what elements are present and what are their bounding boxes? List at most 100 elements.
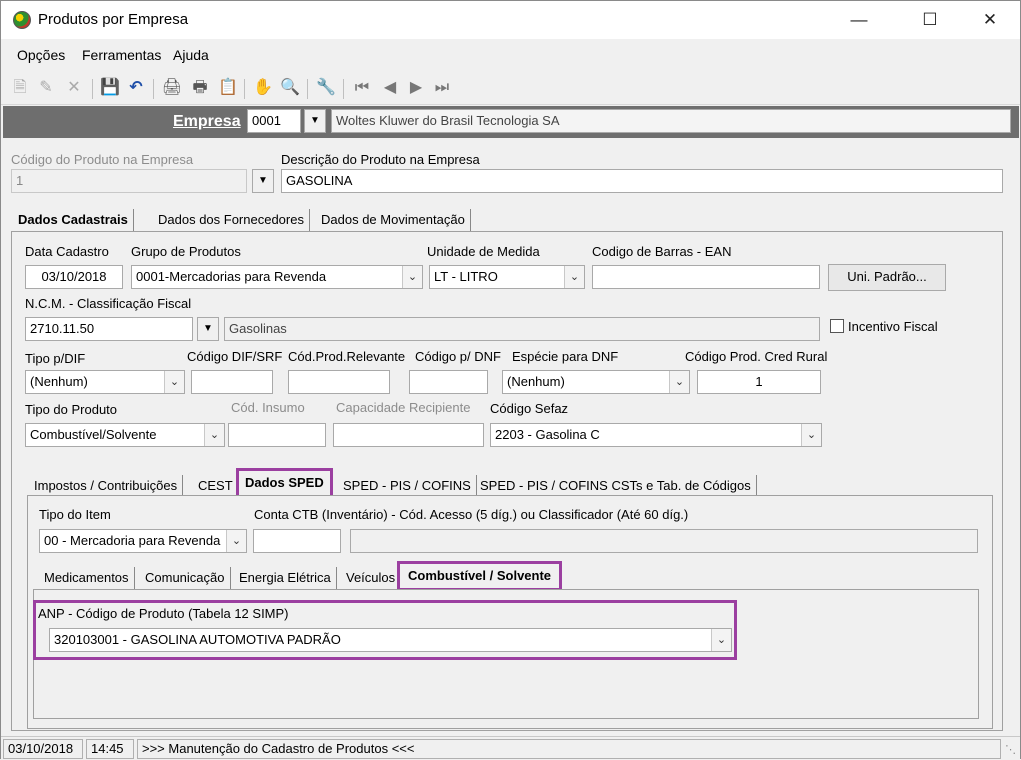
- properties-icon[interactable]: 🔧: [315, 77, 337, 99]
- minimize-icon[interactable]: —: [836, 1, 882, 39]
- chevron-down-icon[interactable]: ⌄: [164, 371, 184, 393]
- especie-dnf-value: (Nenhum): [507, 374, 565, 389]
- descricao-produto-label: Descrição do Produto na Empresa: [281, 152, 480, 167]
- tipo-produto-select[interactable]: Combustível/Solvente ⌄: [25, 423, 225, 447]
- new-icon[interactable]: 🗎: [9, 77, 31, 99]
- prev-record-icon[interactable]: ◀: [379, 77, 401, 99]
- maximize-icon[interactable]: ☐: [907, 1, 953, 39]
- tipo-item-value: 00 - Mercadoria para Revenda: [44, 533, 221, 548]
- uni-padrao-button[interactable]: Uni. Padrão...: [828, 264, 946, 291]
- empresa-code-input[interactable]: 0001: [247, 109, 301, 133]
- cod-prod-relevante-label: Cód.Prod.Relevante: [288, 349, 406, 364]
- codigo-produto-label: Código do Produto na Empresa: [11, 152, 194, 167]
- tipo-dif-value: (Nenhum): [30, 374, 88, 389]
- chevron-down-icon[interactable]: ⌄: [669, 371, 689, 393]
- incentivo-fiscal-label: Incentivo Fiscal: [848, 319, 938, 334]
- ean-label: Codigo de Barras - EAN: [592, 244, 732, 259]
- tipo-produto-value: Combustível/Solvente: [30, 427, 157, 442]
- ncm-input[interactable]: 2710.11.50: [25, 317, 193, 341]
- capacidade-recipiente-label: Capacidade Recipiente: [336, 400, 471, 415]
- conta-ctb-label: Conta CTB (Inventário) - Cód. Acesso (5 …: [254, 507, 689, 522]
- tab-combustivel-solvente[interactable]: Combustível / Solvente: [397, 561, 563, 591]
- tab-veiculos[interactable]: Veículos: [341, 567, 402, 589]
- codigo-sefaz-value: 2203 - Gasolina C: [495, 427, 600, 442]
- tab-impostos[interactable]: Impostos / Contribuições: [29, 475, 184, 497]
- incentivo-fiscal-checkbox[interactable]: [830, 319, 844, 333]
- ean-input[interactable]: [592, 265, 820, 289]
- tipo-produto-label: Tipo do Produto: [25, 402, 118, 417]
- close-icon[interactable]: ✕: [967, 1, 1013, 39]
- unidade-medida-label: Unidade de Medida: [427, 244, 540, 259]
- first-record-icon[interactable]: ⏮: [351, 77, 373, 99]
- cod-cred-rural-input[interactable]: 1: [697, 370, 821, 394]
- especie-dnf-select[interactable]: (Nenhum) ⌄: [502, 370, 690, 394]
- chevron-down-icon[interactable]: ⌄: [564, 266, 584, 288]
- resize-grip-icon[interactable]: ⋱: [1005, 743, 1016, 756]
- grupo-produtos-select[interactable]: 0001-Mercadorias para Revenda ⌄: [131, 265, 423, 289]
- chevron-down-icon[interactable]: ⌄: [402, 266, 422, 288]
- menu-ferramentas[interactable]: Ferramentas: [82, 47, 161, 63]
- tab-medicamentos[interactable]: Medicamentos: [39, 567, 135, 589]
- last-record-icon[interactable]: ⏭: [431, 77, 453, 99]
- cod-prod-relevante-input[interactable]: [288, 370, 390, 394]
- undo-icon[interactable]: ↶: [125, 77, 147, 99]
- toolbar-separator: [343, 79, 344, 99]
- codigo-produto-dropdown[interactable]: ▼: [252, 169, 274, 193]
- codigo-sefaz-select[interactable]: 2203 - Gasolina C ⌄: [490, 423, 822, 447]
- tab-sped-pis-cofins[interactable]: SPED - PIS / COFINS: [338, 475, 477, 497]
- codigo-dnf-label: Código p/ DNF: [415, 349, 501, 364]
- tipo-item-select[interactable]: 00 - Mercadoria para Revenda ⌄: [39, 529, 247, 553]
- save-icon[interactable]: 💾: [99, 77, 121, 99]
- tab-sped-pis-cofins-csts[interactable]: SPED - PIS / COFINS CSTs e Tab. de Códig…: [475, 475, 757, 497]
- capacidade-recipiente-input[interactable]: [333, 423, 484, 447]
- toolbar: 🗎 ✎ ✕ 💾 ↶ 🖨 🖶 📋 ✋ 🔍 🔧 ⏮ ◀ ▶ ⏭: [1, 71, 1020, 105]
- tipo-dif-select[interactable]: (Nenhum) ⌄: [25, 370, 185, 394]
- app-icon: [13, 11, 31, 29]
- conta-ctb-input[interactable]: [253, 529, 341, 553]
- chevron-down-icon[interactable]: ⌄: [226, 530, 246, 552]
- edit-icon[interactable]: ✎: [35, 77, 57, 99]
- search-hand-icon[interactable]: ✋: [252, 77, 274, 99]
- menu-opcoes[interactable]: Opções: [17, 47, 65, 63]
- next-record-icon[interactable]: ▶: [405, 77, 427, 99]
- tab-dados-movimentacao[interactable]: Dados de Movimentação: [316, 209, 471, 231]
- data-cadastro-input[interactable]: 03/10/2018: [25, 265, 123, 289]
- window-title: Produtos por Empresa: [38, 11, 189, 28]
- empresa-bar: Empresa 0001 ▼ Woltes Kluwer do Brasil T…: [3, 106, 1019, 138]
- title-bar: Produtos por Empresa — ☐ ✕: [1, 1, 1020, 39]
- codigo-produto-input[interactable]: 1: [11, 169, 247, 193]
- print-icon[interactable]: 🖨: [161, 77, 183, 99]
- tab-dados-cadastrais[interactable]: Dados Cadastrais: [13, 209, 134, 231]
- codigo-dif-input[interactable]: [191, 370, 273, 394]
- unidade-medida-value: LT - LITRO: [434, 269, 498, 284]
- delete-icon[interactable]: ✕: [63, 77, 85, 99]
- tab-cest[interactable]: CEST: [193, 475, 239, 497]
- chevron-down-icon[interactable]: ⌄: [801, 424, 821, 446]
- tab-energia-eletrica[interactable]: Energia Elétrica: [234, 567, 337, 589]
- unidade-medida-select[interactable]: LT - LITRO ⌄: [429, 265, 585, 289]
- anp-select[interactable]: 320103001 - GASOLINA AUTOMOTIVA PADRÃO ⌄: [49, 628, 732, 652]
- descricao-produto-input[interactable]: GASOLINA: [281, 169, 1003, 193]
- export-icon[interactable]: 📋: [217, 77, 239, 99]
- print-preview-icon[interactable]: 🖶: [189, 77, 211, 99]
- tab-dados-sped[interactable]: Dados SPED: [236, 468, 333, 498]
- empresa-label: Empresa: [173, 113, 241, 130]
- anp-value: 320103001 - GASOLINA AUTOMOTIVA PADRÃO: [54, 632, 341, 647]
- main-window: Produtos por Empresa — ☐ ✕ Opções Ferram…: [0, 0, 1021, 760]
- menu-ajuda[interactable]: Ajuda: [173, 47, 209, 63]
- chevron-down-icon[interactable]: ⌄: [204, 424, 224, 446]
- anp-highlight-box: ANP - Código de Produto (Tabela 12 SIMP)…: [33, 600, 737, 660]
- chevron-down-icon[interactable]: ⌄: [711, 629, 731, 651]
- tab-dados-fornecedores[interactable]: Dados dos Fornecedores: [153, 209, 310, 231]
- find-icon[interactable]: 🔍: [279, 77, 301, 99]
- cod-cred-rural-label: Código Prod. Cred Rural: [685, 349, 828, 364]
- ncm-dropdown-button[interactable]: ▼: [197, 317, 219, 341]
- codigo-dnf-input[interactable]: [409, 370, 488, 394]
- cod-insumo-input[interactable]: [228, 423, 326, 447]
- empresa-dropdown-button[interactable]: ▼: [304, 109, 326, 133]
- status-time: 14:45: [86, 739, 134, 759]
- tab-comunicacao[interactable]: Comunicação: [140, 567, 231, 589]
- codigo-sefaz-label: Código Sefaz: [490, 401, 569, 416]
- ncm-label: N.C.M. - Classificação Fiscal: [25, 296, 192, 311]
- anp-label: ANP - Código de Produto (Tabela 12 SIMP): [38, 606, 289, 621]
